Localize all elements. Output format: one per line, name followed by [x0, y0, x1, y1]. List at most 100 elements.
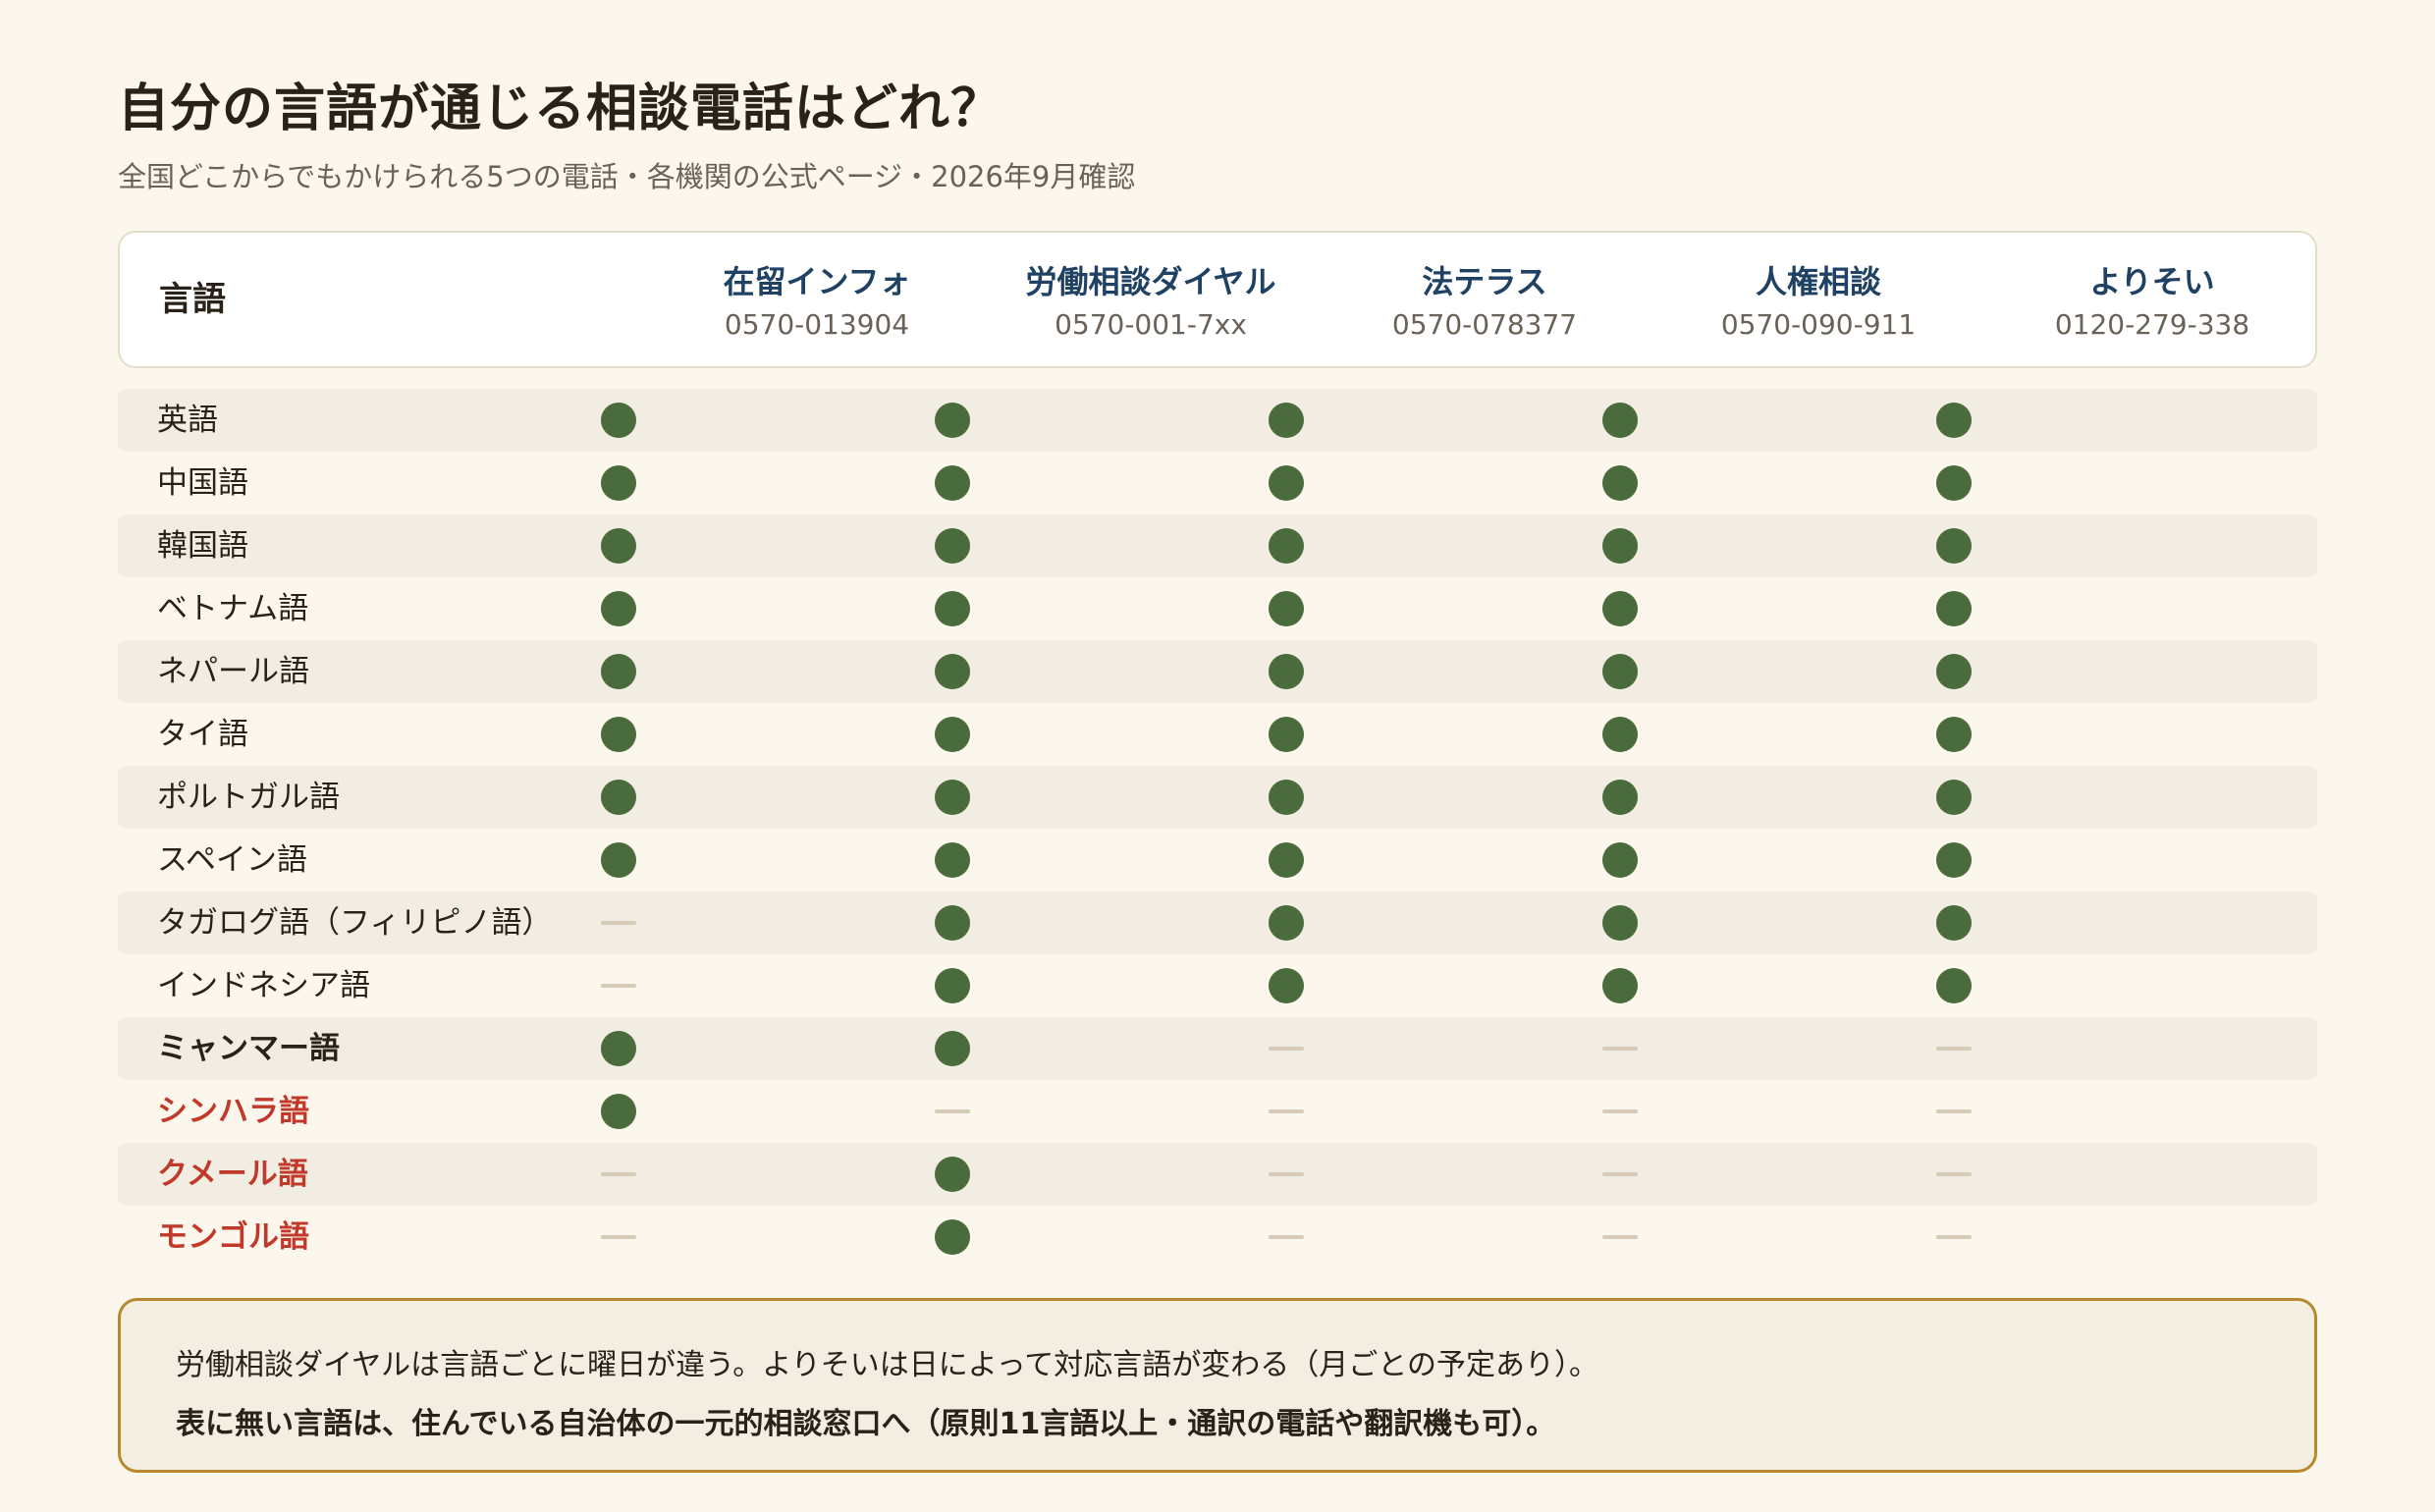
support-cell: [1787, 452, 2121, 514]
support-cell: [1453, 829, 1787, 891]
table-header: 言語 在留インフォ 0570-013904 労働相談ダイヤル 0570-001-…: [118, 231, 2317, 368]
support-cell: [1787, 954, 2121, 1017]
not-supported-dash-icon: [1602, 1109, 1638, 1113]
support-cell: [785, 640, 1119, 703]
support-cell: [1787, 640, 2121, 703]
supported-dot-icon: [1936, 717, 1972, 752]
support-cell: [452, 1143, 785, 1206]
support-cell: [452, 389, 785, 452]
supported-dot-icon: [601, 465, 636, 501]
supported-dot-icon: [1936, 654, 1972, 689]
service-phone: 0570-001-7xx: [1055, 308, 1247, 341]
note-box: 労働相談ダイヤルは言語ごとに曜日が違う。よりそいは日によって対応言語が変わる（月…: [118, 1298, 2317, 1473]
table-row: クメール語: [118, 1143, 2317, 1206]
table-row: インドネシア語: [118, 954, 2317, 1017]
language-label: タイ語: [157, 717, 248, 752]
language-label: ポルトガル語: [157, 780, 340, 815]
not-supported-dash-icon: [1602, 1235, 1638, 1239]
supported-dot-icon: [935, 1219, 970, 1255]
support-cell: [1453, 1143, 1787, 1206]
table-row: 英語: [118, 389, 2317, 452]
table-row: タガログ語（フィリピノ語）: [118, 891, 2317, 954]
table-row: ミャンマー語: [118, 1017, 2317, 1080]
not-supported-dash-icon: [1269, 1172, 1304, 1176]
language-label: インドネシア語: [157, 968, 370, 1003]
not-supported-dash-icon: [1936, 1172, 1972, 1176]
service-phone: 0120-279-338: [2054, 308, 2250, 341]
support-cell: [1787, 577, 2121, 640]
service-phone: 0570-090-911: [1720, 308, 1917, 341]
supported-dot-icon: [601, 591, 636, 626]
language-label: シンハラ語: [157, 1094, 309, 1129]
support-cell: [1119, 1206, 1453, 1269]
support-cell: [1453, 766, 1787, 829]
supported-dot-icon: [935, 591, 970, 626]
support-cell: [452, 1017, 785, 1080]
supported-dot-icon: [1936, 905, 1972, 941]
support-cell: [1453, 1080, 1787, 1143]
support-cell: [785, 1017, 1119, 1080]
support-cell: [1119, 452, 1453, 514]
service-header-human-rights: 人権相談 0570-090-911: [1651, 260, 1985, 347]
supported-dot-icon: [601, 717, 636, 752]
supported-dot-icon: [1602, 842, 1638, 878]
support-cell: [1787, 829, 2121, 891]
language-label: 中国語: [157, 465, 248, 501]
table-row: 韓国語: [118, 514, 2317, 577]
table-row: ネパール語: [118, 640, 2317, 703]
support-cell: [1119, 703, 1453, 766]
support-cell: [1119, 1017, 1453, 1080]
language-label: ミャンマー語: [157, 1031, 340, 1066]
support-cell: [1119, 577, 1453, 640]
service-header-labor-dial: 労働相談ダイヤル 0570-001-7xx: [984, 260, 1318, 347]
supported-dot-icon: [1602, 905, 1638, 941]
support-cell: [452, 452, 785, 514]
support-cell: [785, 1143, 1119, 1206]
language-label: 韓国語: [157, 528, 248, 564]
support-cell: [452, 891, 785, 954]
supported-dot-icon: [1936, 528, 1972, 564]
note-line-2: 表に無い言語は、住んでいる自治体の一元的相談窓口へ（原則11言語以上・通訳の電話…: [176, 1407, 1556, 1441]
supported-dot-icon: [935, 528, 970, 564]
supported-dot-icon: [1269, 968, 1304, 1003]
supported-dot-icon: [1602, 403, 1638, 438]
table-row: スペイン語: [118, 829, 2317, 891]
supported-dot-icon: [601, 1094, 636, 1129]
service-header-zairyu-info: 在留インフォ 0570-013904: [650, 260, 984, 347]
not-supported-dash-icon: [1936, 1235, 1972, 1239]
page: 自分の言語が通じる相談電話はどれ？ 全国どこからでもかけられる5つの電話・各機関…: [0, 0, 2435, 1512]
support-cell: [1453, 640, 1787, 703]
support-cell: [1453, 954, 1787, 1017]
service-name: よりそい: [2089, 263, 2215, 300]
table-row: シンハラ語: [118, 1080, 2317, 1143]
support-cell: [1453, 389, 1787, 452]
supported-dot-icon: [1602, 654, 1638, 689]
supported-dot-icon: [935, 905, 970, 941]
supported-dot-icon: [1936, 842, 1972, 878]
supported-dot-icon: [935, 1157, 970, 1192]
supported-dot-icon: [1602, 968, 1638, 1003]
supported-dot-icon: [1269, 905, 1304, 941]
support-cell: [1453, 891, 1787, 954]
support-cell: [1119, 389, 1453, 452]
service-header-yorisoi: よりそい 0120-279-338: [1985, 260, 2319, 347]
supported-dot-icon: [1269, 654, 1304, 689]
language-column-header: 言語: [159, 280, 226, 319]
not-supported-dash-icon: [1602, 1047, 1638, 1051]
support-cell: [1453, 703, 1787, 766]
service-name: 法テラス: [1422, 263, 1547, 300]
support-cell: [785, 389, 1119, 452]
supported-dot-icon: [935, 465, 970, 501]
support-cell: [452, 640, 785, 703]
support-cell: [452, 514, 785, 577]
support-cell: [785, 829, 1119, 891]
support-cell: [452, 703, 785, 766]
support-cell: [785, 1080, 1119, 1143]
support-cell: [1787, 389, 2121, 452]
support-cell: [1453, 452, 1787, 514]
service-name: 人権相談: [1755, 263, 1881, 300]
not-supported-dash-icon: [1602, 1172, 1638, 1176]
support-cell: [1119, 891, 1453, 954]
not-supported-dash-icon: [601, 921, 636, 925]
supported-dot-icon: [601, 780, 636, 815]
